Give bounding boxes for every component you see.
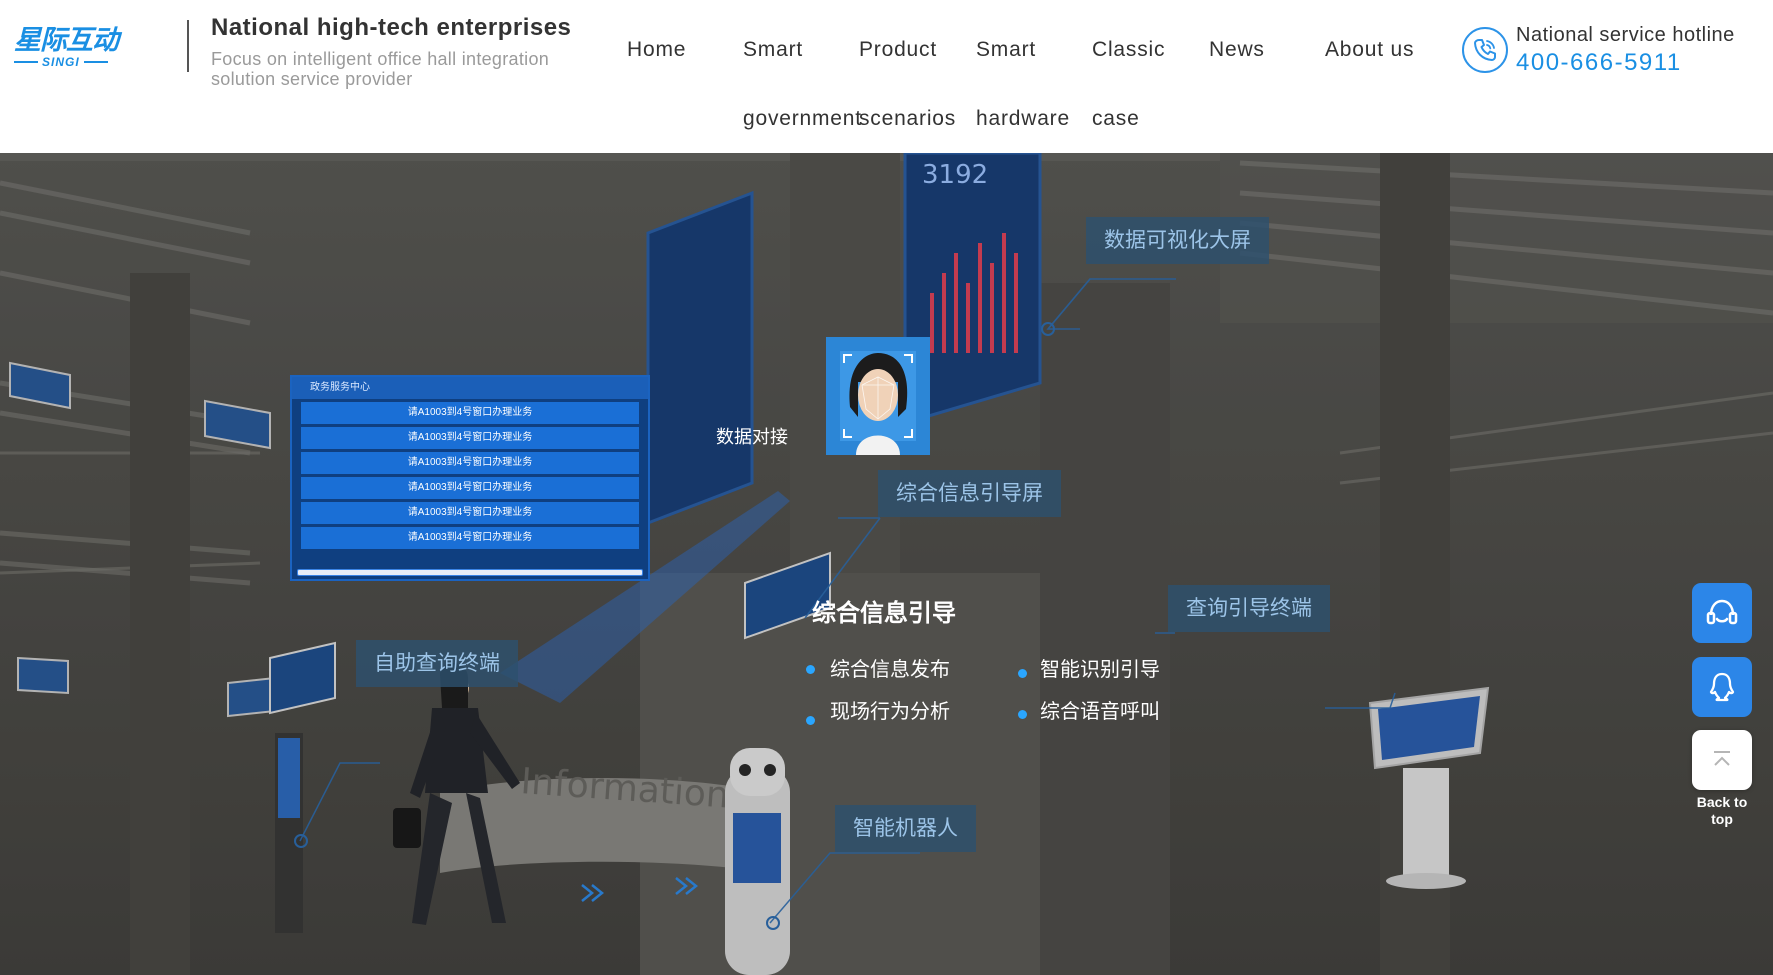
queue-row: 请A1003到4号窗口办理业务 — [301, 452, 639, 474]
customer-service-button[interactable] — [1692, 583, 1752, 643]
callout-robot: 智能机器人 — [835, 805, 976, 852]
headset-icon — [1706, 599, 1738, 625]
bullet-info-release: 综合信息发布 — [830, 657, 950, 681]
bullet-dot — [806, 716, 815, 725]
info-guide-title: 综合信息引导 — [812, 599, 956, 627]
queue-panel-scrollbar — [297, 569, 643, 576]
data-docking-label: 数据对接 — [716, 427, 788, 448]
site-header: 星际互动 SINGI National high-tech enterprise… — [0, 0, 1773, 153]
bullet-dot — [1018, 669, 1027, 678]
callout-data-visualization: 数据可视化大屏 — [1086, 217, 1269, 264]
bullet-dot — [1018, 710, 1027, 719]
qq-icon — [1709, 672, 1735, 702]
bullet-dot — [806, 665, 815, 674]
back-to-top-button[interactable] — [1692, 730, 1752, 790]
nav-home[interactable]: Home — [627, 15, 686, 84]
nav-smart-government-line2[interactable]: government — [743, 84, 862, 153]
queue-row: 请A1003到4号窗口办理业务 — [301, 402, 639, 424]
logo-english-text: SINGI — [42, 55, 80, 69]
nav-smart-government-line1[interactable]: Smart — [743, 15, 803, 84]
queue-panel-title: 政务服务中心 — [292, 377, 648, 399]
hotline-number[interactable]: 400-666-5911 — [1516, 49, 1682, 77]
arrow-up-icon — [1714, 751, 1730, 766]
bullet-voice-calling: 综合语音呼叫 — [1040, 699, 1160, 723]
hero-banner: 3192 Information 政务服务中心 请A1003到4号窗口办理业务 … — [0, 153, 1773, 975]
nav-product-scenarios-line1[interactable]: Product — [859, 15, 937, 84]
queue-row: 请A1003到4号窗口办理业务 — [301, 502, 639, 524]
logo[interactable]: 星际互动 SINGI — [14, 26, 134, 72]
nav-smart-hardware-line1[interactable]: Smart — [976, 15, 1036, 84]
callout-query-terminal: 查询引导终端 — [1168, 585, 1330, 632]
phone-icon — [1462, 27, 1508, 73]
nav-news[interactable]: News — [1209, 15, 1265, 84]
tagline-subtitle: Focus on intelligent office hall integra… — [211, 49, 550, 89]
nav-about-us[interactable]: About us — [1325, 15, 1414, 84]
queue-display-panel: 政务服务中心 请A1003到4号窗口办理业务 请A1003到4号窗口办理业务 请… — [290, 375, 650, 581]
queue-row: 请A1003到4号窗口办理业务 — [301, 527, 639, 549]
hotline-label: National service hotline — [1516, 24, 1735, 46]
callout-info-screen: 综合信息引导屏 — [878, 470, 1061, 517]
bullet-smart-recognition: 智能识别引导 — [1040, 657, 1160, 681]
bullet-behavior-analysis: 现场行为分析 — [830, 699, 950, 723]
callout-self-service-terminal: 自助查询终端 — [356, 640, 518, 687]
nav-classic-case-line2[interactable]: case — [1092, 84, 1140, 153]
face-recognition-card — [826, 337, 930, 455]
nav-classic-case-line1[interactable]: Classic — [1092, 15, 1165, 84]
queue-row: 请A1003到4号窗口办理业务 — [301, 427, 639, 449]
tagline-title: National high-tech enterprises — [211, 14, 572, 41]
back-to-top-label[interactable]: Back to top — [1684, 794, 1760, 828]
logo-chinese-text: 星际互动 — [14, 25, 119, 56]
nav-smart-hardware-line2[interactable]: hardware — [976, 84, 1070, 153]
header-divider — [187, 20, 189, 72]
nav-product-scenarios-line2[interactable]: scenarios — [859, 84, 956, 153]
queue-row: 请A1003到4号窗口办理业务 — [301, 477, 639, 499]
qq-contact-button[interactable] — [1692, 657, 1752, 717]
